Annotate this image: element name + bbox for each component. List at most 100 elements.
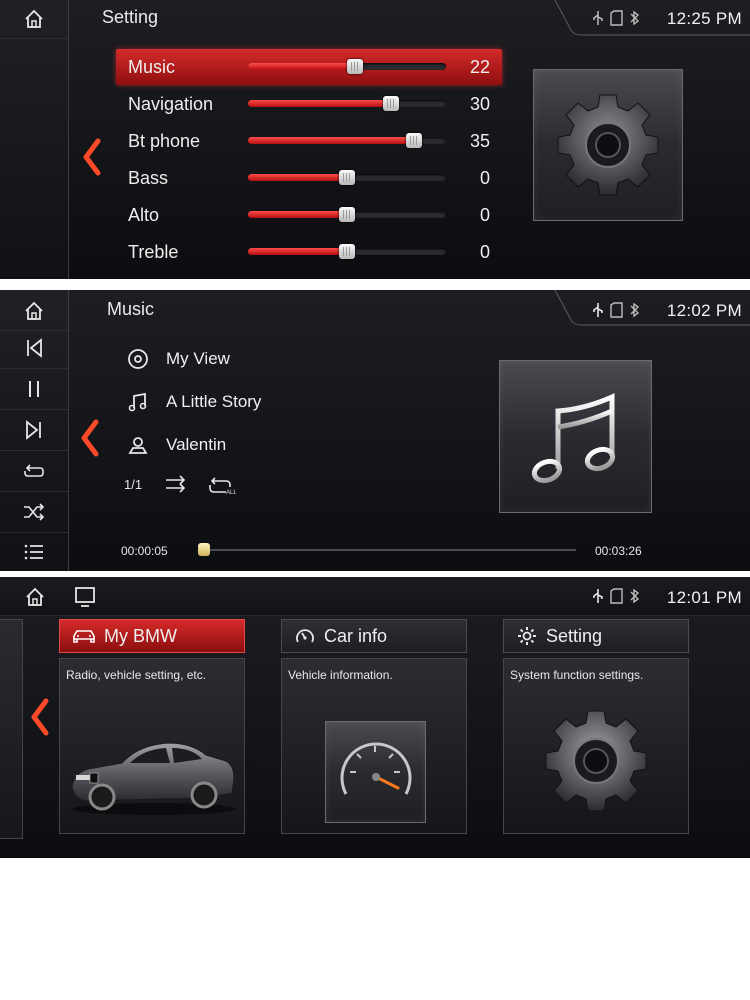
card-header[interactable]: My BMW	[59, 619, 245, 653]
progress-bar[interactable]	[197, 543, 576, 556]
volume-slider[interactable]	[248, 244, 446, 259]
disc-icon	[126, 347, 150, 371]
card-body[interactable]: Radio, vehicle setting, etc.	[59, 658, 245, 834]
artist-icon	[126, 433, 150, 457]
card-title: Setting	[546, 625, 603, 646]
next-track-button[interactable]	[0, 410, 68, 451]
svg-text:ALL: ALL	[226, 490, 236, 496]
display-icon[interactable]	[74, 586, 96, 608]
clock: 12:01 PM	[666, 588, 742, 607]
card-my-bmw[interactable]: My BMW Radio, vehicle setting, etc.	[59, 619, 245, 834]
pause-icon	[29, 381, 39, 397]
usb-icon	[593, 11, 603, 25]
home-icon	[25, 9, 43, 28]
volume-value: 0	[479, 205, 490, 225]
volume-knob[interactable]	[346, 59, 363, 74]
card-description: Radio, vehicle setting, etc.	[66, 668, 207, 682]
back-arrow-icon[interactable]	[78, 418, 102, 458]
repeat-all-icon[interactable]: ALL	[206, 472, 236, 496]
volume-slider[interactable]	[248, 96, 446, 111]
music-tile[interactable]	[499, 360, 652, 513]
page-title: Music	[107, 299, 155, 319]
shuffle-button[interactable]	[0, 492, 68, 533]
artist-name: Valentin	[166, 435, 227, 454]
volume-value: 35	[469, 131, 490, 151]
previous-card-edge[interactable]	[0, 619, 23, 839]
back-arrow-icon[interactable]	[80, 137, 104, 177]
volume-value: 30	[469, 94, 490, 114]
volume-label: Navigation	[128, 94, 214, 114]
next-track-icon	[26, 420, 41, 440]
track-index: 1/1	[124, 477, 143, 492]
sd-card-icon	[610, 302, 623, 318]
playlist-button[interactable]	[0, 533, 68, 571]
volume-fill	[248, 248, 347, 255]
sequential-play-icon[interactable]	[164, 474, 188, 494]
volume-row[interactable]: Navigation 30	[116, 86, 502, 122]
volume-fill	[248, 63, 355, 70]
card-description: System function settings.	[510, 668, 644, 682]
volume-row[interactable]: Treble 0	[116, 234, 502, 270]
track-row: A Little Story	[126, 390, 261, 414]
volume-slider[interactable]	[248, 133, 446, 148]
card-body[interactable]: Vehicle information.	[281, 658, 467, 834]
status-icons	[592, 302, 640, 318]
usb-icon	[593, 589, 603, 603]
card-car-info[interactable]: Car info Vehicle information.	[281, 619, 467, 834]
home-icon	[25, 301, 43, 320]
repeat-button[interactable]	[0, 451, 68, 492]
elapsed-time: 00:00:05	[121, 544, 168, 558]
volume-slider[interactable]	[248, 170, 446, 185]
previous-track-icon	[27, 338, 42, 358]
gauge-icon	[340, 742, 412, 795]
card-body[interactable]: System function settings.	[503, 658, 689, 834]
volume-knob[interactable]	[339, 244, 355, 259]
settings-tile[interactable]	[533, 69, 683, 221]
volume-fill	[248, 100, 391, 107]
repeat-icon	[24, 464, 44, 477]
volume-value: 22	[469, 57, 490, 77]
media-sidebar	[0, 290, 69, 571]
sidebar	[0, 0, 69, 279]
speedometer-icon	[296, 629, 314, 643]
pause-button[interactable]	[0, 369, 68, 410]
gear-icon	[557, 94, 659, 196]
home-button[interactable]	[0, 292, 68, 331]
volume-value: 0	[479, 168, 490, 188]
card-header[interactable]: Car info	[281, 619, 467, 653]
volume-row[interactable]: Music 22	[116, 49, 502, 85]
back-arrow-icon[interactable]	[28, 697, 52, 737]
card-setting[interactable]: Setting System function settings.	[503, 619, 689, 834]
sd-card-icon	[610, 10, 623, 26]
car-icon	[73, 630, 95, 643]
sd-card-icon	[610, 588, 623, 604]
previous-track-button[interactable]	[0, 328, 68, 369]
volume-value: 0	[479, 242, 490, 262]
track-name: A Little Story	[166, 392, 262, 411]
volume-row[interactable]: Bass 0	[116, 160, 502, 196]
artist-row: Valentin	[126, 433, 226, 457]
status-icons	[592, 10, 640, 26]
volume-knob[interactable]	[406, 133, 423, 148]
progress-knob[interactable]	[197, 543, 210, 556]
shuffle-icon	[24, 503, 45, 521]
music-note-icon	[531, 393, 616, 484]
status-icons	[592, 588, 640, 604]
home-icon[interactable]	[24, 586, 46, 608]
volume-knob[interactable]	[339, 170, 355, 185]
volume-knob[interactable]	[339, 207, 355, 222]
volume-fill	[248, 174, 347, 181]
volume-knob[interactable]	[382, 96, 399, 111]
usb-icon	[593, 303, 603, 317]
volume-fill	[248, 137, 415, 144]
card-title: My BMW	[104, 625, 177, 646]
volume-slider[interactable]	[248, 207, 446, 222]
card-header[interactable]: Setting	[503, 619, 689, 653]
volume-row[interactable]: Bt phone 35	[116, 123, 502, 159]
card-title: Car info	[324, 625, 388, 646]
gauge-tile	[325, 721, 426, 823]
volume-row[interactable]: Alto 0	[116, 197, 502, 233]
volume-slider[interactable]	[248, 59, 446, 74]
album-row: My View	[126, 347, 230, 371]
home-button[interactable]	[0, 0, 68, 39]
